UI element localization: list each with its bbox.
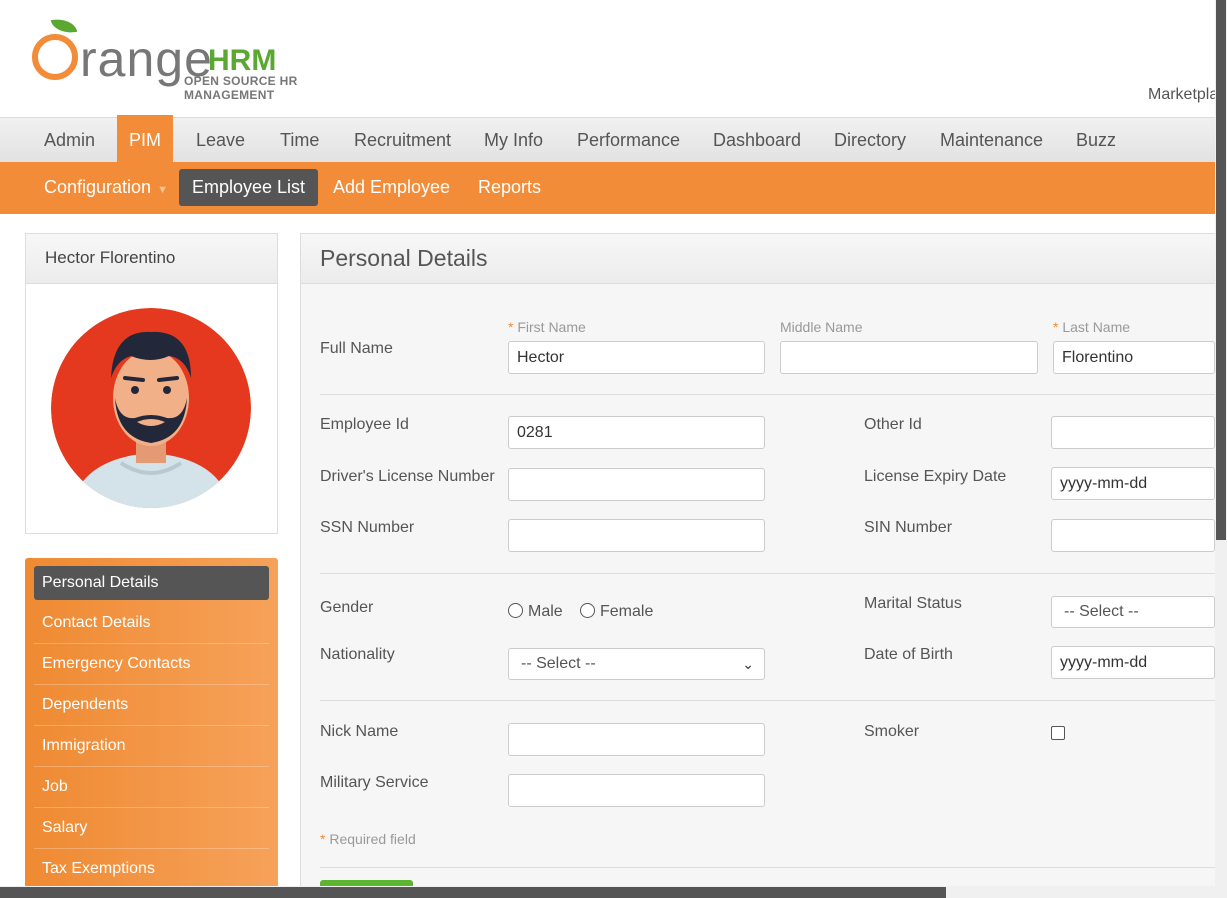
profile-card: Hector Florentino [25, 233, 278, 534]
logo-hrm: HRM [208, 44, 277, 77]
first-name-label: * First Name [508, 319, 586, 335]
ssn-input[interactable] [508, 519, 765, 552]
gender-male-radio[interactable] [508, 603, 523, 618]
side-menu-emergency-contacts[interactable]: Emergency Contacts [34, 644, 269, 685]
menu-leave[interactable]: Leave [196, 118, 245, 163]
first-name-input[interactable]: Hector [508, 341, 765, 374]
side-menu-immigration[interactable]: Immigration [34, 726, 269, 767]
last-name-input[interactable]: Florentino [1053, 341, 1215, 374]
chevron-down-icon: ⌄ [742, 656, 754, 672]
side-menu-dependents[interactable]: Dependents [34, 685, 269, 726]
gender-female-label[interactable]: Female [600, 603, 653, 621]
required-field-text: Required field [329, 831, 416, 847]
full-name-label: Full Name [320, 340, 393, 357]
first-name-label-text: First Name [517, 319, 586, 335]
marital-status-select[interactable]: -- Select -- [1051, 596, 1215, 628]
employee-id-input[interactable]: 0281 [508, 416, 765, 449]
nationality-select[interactable]: -- Select -- ⌄ [508, 648, 765, 680]
nationality-value: -- Select -- [521, 655, 596, 672]
side-menu-tax-exemptions[interactable]: Tax Exemptions [34, 849, 269, 890]
other-id-label: Other Id [864, 416, 922, 433]
divider [320, 700, 1215, 701]
last-name-label-text: Last Name [1062, 319, 1131, 335]
menu-recruitment[interactable]: Recruitment [354, 118, 451, 163]
marital-status-label: Marital Status [864, 595, 962, 612]
menu-dashboard[interactable]: Dashboard [713, 118, 801, 163]
main-menu: Admin PIM Leave Time Recruitment My Info… [0, 115, 1227, 163]
vertical-scrollbar-thumb[interactable] [1216, 0, 1226, 540]
smoker-label: Smoker [864, 723, 920, 740]
menu-directory[interactable]: Directory [834, 118, 906, 163]
license-input[interactable] [508, 468, 765, 501]
submenu-add-employee[interactable]: Add Employee [333, 169, 450, 206]
sub-menu: Configuration ▼ Employee List Add Employe… [0, 162, 1227, 214]
military-service-label: Military Service [320, 774, 429, 791]
employee-side-menu: Personal Details Contact Details Emergen… [25, 558, 278, 890]
submenu-configuration[interactable]: Configuration ▼ [44, 169, 168, 206]
required-field-note: * Required field [320, 831, 416, 847]
marital-status-value: -- Select -- [1064, 603, 1139, 620]
smoker-checkbox[interactable] [1051, 726, 1065, 740]
submenu-employee-list[interactable]: Employee List [179, 169, 319, 206]
dob-input[interactable]: yyyy-mm-dd [1051, 646, 1215, 679]
license-expiry-input[interactable]: yyyy-mm-dd [1051, 467, 1215, 500]
menu-maintenance[interactable]: Maintenance [940, 118, 1043, 163]
nationality-label: Nationality [320, 646, 395, 663]
avatar[interactable] [51, 308, 251, 508]
divider [320, 867, 1215, 868]
leaf-icon [50, 16, 78, 36]
logo-o [32, 34, 78, 80]
middle-name-input[interactable] [780, 341, 1038, 374]
license-expiry-label: License Expiry Date [864, 468, 1007, 485]
middle-name-label: Middle Name [780, 319, 863, 335]
caret-down-icon: ▼ [157, 184, 168, 196]
gender-male-label[interactable]: Male [528, 603, 563, 621]
other-id-input[interactable] [1051, 416, 1215, 449]
divider [320, 394, 1215, 395]
logo-tagline: OPEN SOURCE HR MANAGEMENT [184, 74, 298, 102]
sin-label: SIN Number [864, 519, 953, 536]
side-menu-job[interactable]: Job [34, 767, 269, 808]
submenu-reports[interactable]: Reports [478, 169, 541, 206]
menu-pim[interactable]: PIM [117, 115, 174, 163]
menu-admin[interactable]: Admin [44, 118, 95, 163]
required-mark: * [1053, 319, 1059, 335]
nick-name-input[interactable] [508, 723, 765, 756]
divider [320, 573, 1215, 574]
dob-label: Date of Birth [864, 646, 953, 663]
menu-my-info[interactable]: My Info [484, 118, 543, 163]
orangehrm-logo[interactable]: range HRM OPEN SOURCE HR MANAGEMENT [30, 14, 390, 102]
gender-label: Gender [320, 599, 374, 616]
required-mark: * [320, 831, 326, 847]
horizontal-scrollbar-thumb[interactable] [0, 887, 946, 898]
panel-title: Personal Details [301, 234, 1227, 284]
ssn-label: SSN Number [320, 519, 415, 536]
sin-input[interactable] [1051, 519, 1215, 552]
side-menu-personal-details[interactable]: Personal Details [34, 566, 269, 600]
side-menu-contact-details[interactable]: Contact Details [34, 603, 269, 644]
employee-id-label: Employee Id [320, 416, 409, 433]
military-service-input[interactable] [508, 774, 765, 807]
nick-name-label: Nick Name [320, 723, 399, 740]
side-menu-salary[interactable]: Salary [34, 808, 269, 849]
profile-name: Hector Florentino [26, 234, 277, 284]
menu-buzz[interactable]: Buzz [1076, 118, 1116, 163]
gender-female-radio[interactable] [580, 603, 595, 618]
license-label: Driver's License Number [320, 468, 495, 485]
menu-time[interactable]: Time [280, 118, 319, 163]
last-name-label: * Last Name [1053, 319, 1130, 335]
submenu-configuration-label: Configuration [44, 177, 152, 197]
required-mark: * [508, 319, 514, 335]
header: range HRM OPEN SOURCE HR MANAGEMENT Mark… [0, 0, 1227, 117]
vertical-scrollbar[interactable] [1215, 0, 1227, 898]
horizontal-scrollbar[interactable] [0, 886, 1227, 898]
menu-performance[interactable]: Performance [577, 118, 680, 163]
